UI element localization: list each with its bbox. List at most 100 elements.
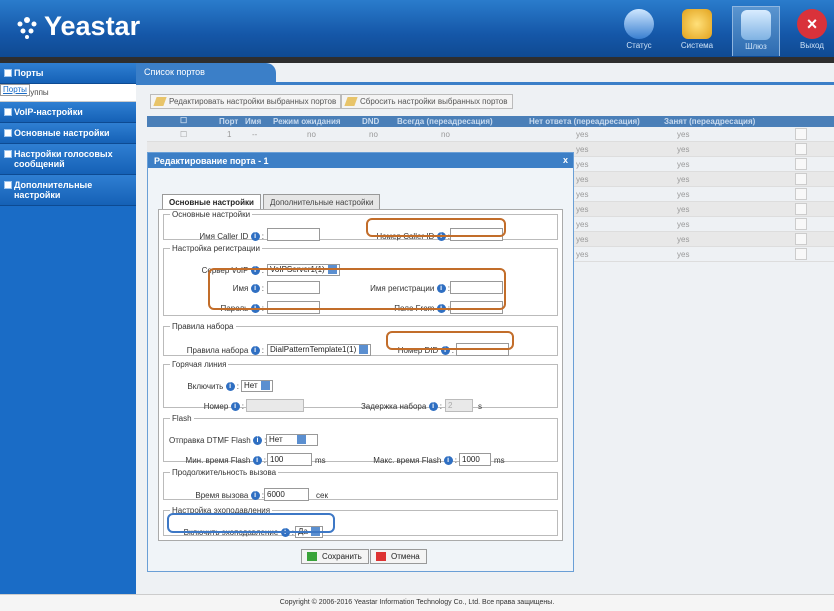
- cell-no-answer: yes: [576, 175, 589, 184]
- highlight-registration-fields: [208, 268, 506, 310]
- cell-busy: yes: [677, 205, 690, 214]
- call-time-input[interactable]: [264, 488, 309, 501]
- call-duration-group: Продолжительность вызова Время вызова i …: [163, 468, 558, 501]
- cell-port: 1: [227, 130, 232, 139]
- nav-status[interactable]: Статус: [615, 6, 663, 56]
- edit-row-icon[interactable]: [795, 248, 807, 260]
- cell-busy: yes: [677, 220, 690, 229]
- caller-id-name-input[interactable]: [267, 228, 320, 241]
- edit-row-icon[interactable]: [795, 188, 807, 200]
- hotline-enable-value: Нет: [244, 381, 258, 390]
- edit-row-icon[interactable]: [795, 143, 807, 155]
- gateway-icon: [741, 10, 771, 40]
- flash-max-input[interactable]: [459, 453, 491, 466]
- cell-busy: yes: [677, 235, 690, 244]
- flash-min-input[interactable]: [267, 453, 312, 466]
- hotline-legend: Горячая линия: [172, 360, 227, 369]
- info-icon[interactable]: i: [250, 491, 260, 500]
- hotline-enable-text: Включить: [187, 382, 224, 391]
- cell-no-answer: yes: [576, 250, 589, 259]
- hotline-enable-label: Включить i :: [187, 382, 239, 391]
- col-always: Всегда (переадресация): [397, 117, 493, 126]
- col-busy: Занят (переадресация): [664, 117, 756, 126]
- table-row[interactable]: ☐ 1 -- no no no yes yes: [147, 127, 834, 142]
- close-icon[interactable]: x: [563, 155, 568, 165]
- dial-delay-text: Задержка набора: [360, 402, 427, 411]
- col-port: Порт: [219, 117, 239, 126]
- info-icon[interactable]: i: [252, 436, 262, 445]
- gear-icon: [682, 9, 712, 39]
- hotline-number-label: Номер i :: [203, 402, 244, 411]
- info-icon[interactable]: i: [250, 232, 260, 241]
- save-button[interactable]: Сохранить: [301, 549, 369, 564]
- edit-row-icon[interactable]: [795, 128, 807, 140]
- nav-system[interactable]: Система: [673, 6, 721, 56]
- tab-panel: Основные настройки Имя Caller ID i : Ном…: [158, 209, 563, 541]
- info-icon[interactable]: i: [225, 382, 235, 391]
- cancel-icon: [376, 552, 386, 561]
- section-underline: [136, 82, 834, 85]
- flash-legend: Flash: [172, 414, 192, 423]
- basic-settings-legend: Основные настройки: [172, 210, 251, 219]
- sidebar-item-basic[interactable]: Основные настройки: [0, 123, 136, 144]
- info-icon[interactable]: i: [250, 346, 260, 355]
- reset-selected-button[interactable]: Сбросить настройки выбранных портов: [341, 94, 513, 109]
- reset-selected-label: Сбросить настройки выбранных портов: [360, 97, 508, 106]
- cell-busy: yes: [677, 175, 690, 184]
- info-icon[interactable]: i: [252, 456, 262, 465]
- dtmf-flash-value: Нет: [269, 435, 283, 444]
- call-time-unit: сек: [316, 491, 328, 500]
- dtmf-flash-text: Отправка DTMF Flash: [169, 436, 251, 445]
- edit-row-icon[interactable]: [795, 173, 807, 185]
- cell-always: no: [441, 130, 450, 139]
- flash-min-label: Мин. время Flash i :: [185, 456, 266, 465]
- flash-min-text: Мин. время Flash: [185, 456, 251, 465]
- dial-delay-label: Задержка набора i :: [360, 402, 442, 411]
- nav-system-label: Система: [680, 41, 714, 50]
- flash-max-unit: ms: [494, 456, 505, 465]
- row-checkbox[interactable]: ☐: [180, 130, 187, 139]
- info-icon[interactable]: i: [230, 402, 240, 411]
- save-label: Сохранить: [322, 552, 362, 561]
- edit-row-icon[interactable]: [795, 203, 807, 215]
- sidebar-item-ports[interactable]: Порты: [0, 63, 136, 84]
- tab-extra-settings[interactable]: Дополнительные настройки: [263, 194, 381, 209]
- info-icon[interactable]: i: [443, 456, 453, 465]
- dialog-title-bar: Редактирование порта - 1 x: [148, 153, 573, 168]
- sidebar: Порты Порты Группы VoIP-настройки Основн…: [0, 63, 136, 594]
- caller-id-name-label: Имя Caller ID i :: [199, 232, 264, 241]
- cell-busy: yes: [677, 130, 690, 139]
- edit-row-icon[interactable]: [795, 218, 807, 230]
- app-header: Yeastar Статус Система Шлюз × Выход: [0, 0, 834, 57]
- hotline-enable-select[interactable]: Нет: [241, 380, 273, 392]
- sidebar-item-extra[interactable]: Дополнительные настройки: [0, 175, 136, 206]
- cell-no-answer: yes: [576, 220, 589, 229]
- cell-busy: yes: [677, 145, 690, 154]
- cell-busy: yes: [677, 190, 690, 199]
- sidebar-subitem-ports[interactable]: Порты: [0, 84, 30, 96]
- sidebar-item-voip[interactable]: VoIP-настройки: [0, 102, 136, 123]
- pencil-icon: [153, 97, 167, 106]
- brand-name: Yeastar: [44, 11, 141, 41]
- select-all-checkbox[interactable]: ☐: [180, 116, 187, 125]
- cell-name: --: [252, 130, 258, 139]
- nav-gateway-label: Шлюз: [745, 42, 767, 51]
- footer: Copyright © 2006-2016 Yeastar Informatio…: [0, 594, 834, 611]
- sidebar-item-voice[interactable]: Настройки голосовых сообщений: [0, 144, 136, 175]
- dial-delay-input[interactable]: [445, 399, 473, 412]
- dtmf-flash-select[interactable]: Нет: [266, 434, 318, 446]
- col-wait: Режим ожидания: [273, 117, 341, 126]
- edit-row-icon[interactable]: [795, 233, 807, 245]
- cell-no-answer: yes: [576, 235, 589, 244]
- nav-exit[interactable]: × Выход: [790, 6, 834, 56]
- edit-port-dialog: Редактирование порта - 1 x Основные наст…: [147, 152, 574, 572]
- edit-selected-button[interactable]: Редактировать настройки выбранных портов: [150, 94, 342, 109]
- nav-gateway[interactable]: Шлюз: [732, 6, 780, 56]
- info-icon[interactable]: i: [428, 402, 438, 411]
- edit-row-icon[interactable]: [795, 158, 807, 170]
- dtmf-flash-label: Отправка DTMF Flash i :: [169, 436, 267, 445]
- dial-rules-select[interactable]: DialPatternTemplate1(1): [267, 344, 372, 356]
- hotline-number-input[interactable]: [246, 399, 304, 412]
- tab-basic-settings[interactable]: Основные настройки: [162, 194, 261, 209]
- cancel-button[interactable]: Отмена: [370, 549, 427, 564]
